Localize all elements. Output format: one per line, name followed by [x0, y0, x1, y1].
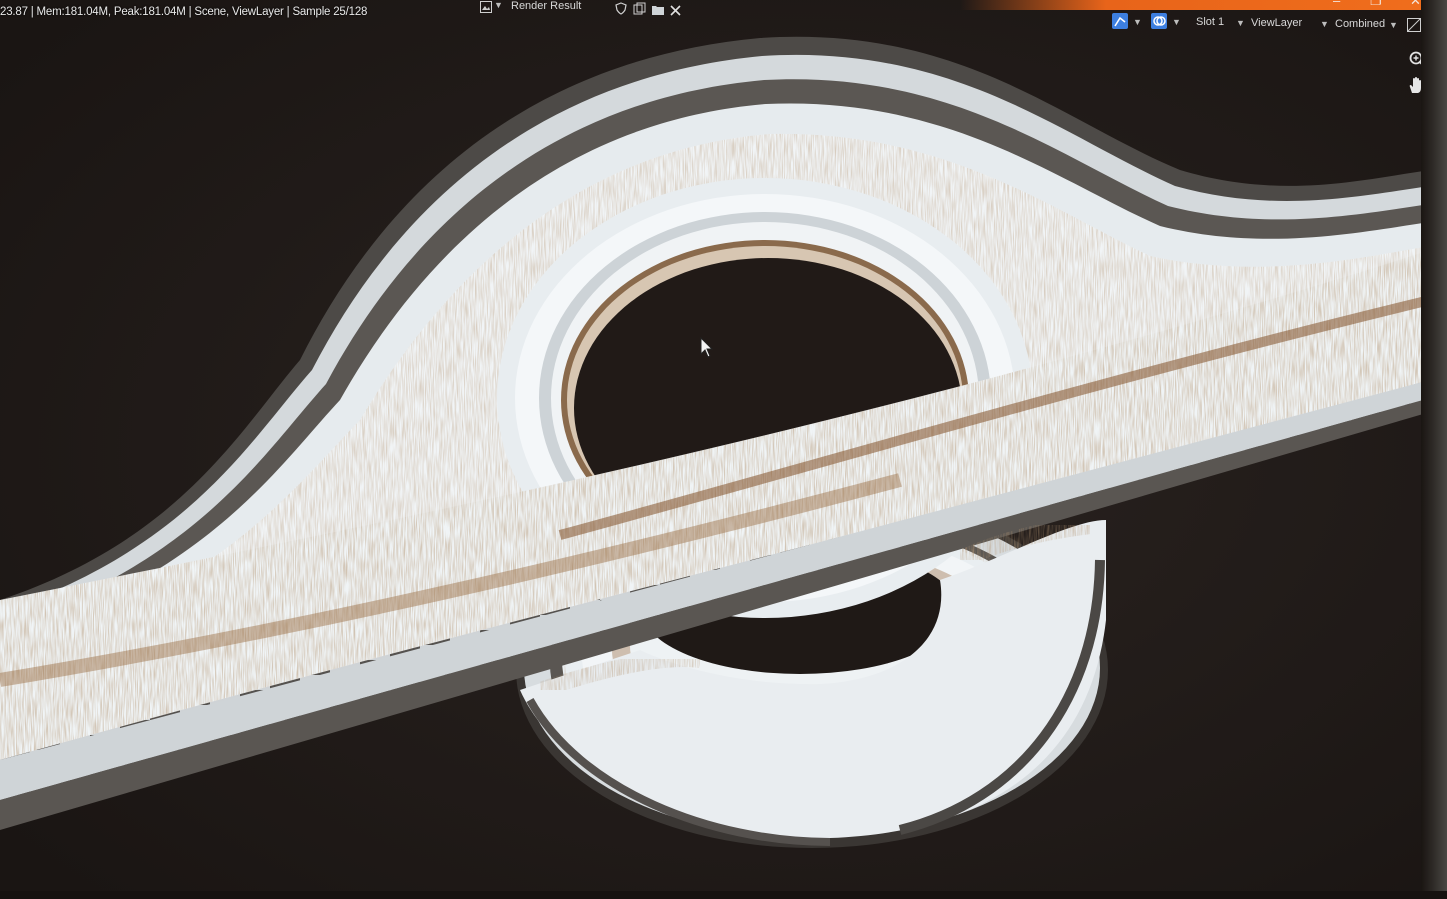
gizmo-icon[interactable] — [1112, 13, 1128, 29]
chevron-down-icon: ▼ — [494, 0, 503, 10]
close-window-button[interactable]: ✕ — [1410, 0, 1421, 8]
chevron-down-icon[interactable]: ▼ — [1172, 17, 1181, 27]
view-layer-selector[interactable]: ViewLayer — [1251, 17, 1302, 29]
folder-icon[interactable] — [651, 3, 665, 15]
duplicate-icon[interactable] — [633, 2, 646, 15]
chevron-down-icon: ▼ — [1389, 20, 1398, 30]
close-icon[interactable] — [670, 3, 681, 16]
image-name-field[interactable]: Render Result — [511, 0, 581, 12]
shield-icon[interactable] — [615, 2, 627, 15]
render-stats: 23.87 | Mem:181.04M, Peak:181.04M | Scen… — [0, 6, 368, 18]
mouse-cursor-icon — [700, 336, 716, 364]
display-channels-icon[interactable] — [1407, 18, 1421, 32]
monitor-bezel — [1421, 0, 1447, 899]
render-result-canvas[interactable] — [0, 0, 1447, 899]
chevron-down-icon: ▼ — [1320, 19, 1329, 29]
slot-selector[interactable]: Slot 1 — [1196, 16, 1224, 28]
minimize-button[interactable]: – — [1333, 0, 1340, 8]
overlay-icon[interactable] — [1151, 13, 1167, 29]
monitor-bottom-edge — [0, 891, 1447, 899]
maximize-button[interactable]: ❐ — [1370, 0, 1382, 8]
image-browse-icon[interactable] — [480, 0, 492, 13]
chevron-down-icon[interactable]: ▼ — [1133, 17, 1142, 27]
chevron-down-icon: ▼ — [1236, 18, 1245, 28]
render-pass-selector[interactable]: Combined — [1335, 18, 1385, 30]
